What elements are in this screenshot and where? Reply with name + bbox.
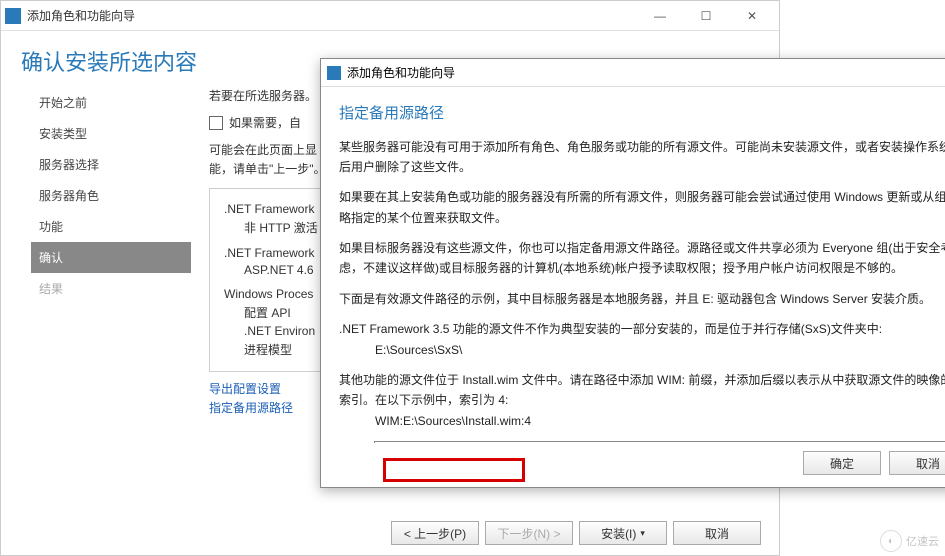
install-button[interactable]: 安装(I) xyxy=(579,521,667,545)
cancel-button[interactable]: 取消 xyxy=(673,521,761,545)
watermark-icon: ◐ xyxy=(880,530,902,552)
maximize-button[interactable]: ☐ xyxy=(683,1,729,31)
dialog-para: 某些服务器可能没有可用于添加所有角色、角色服务或功能的所有源文件。可能尚未安装源… xyxy=(339,137,945,178)
wizard-footer: < 上一步(P) 下一步(N) > 安装(I) 取消 xyxy=(391,521,761,545)
close-button[interactable]: ✕ xyxy=(729,1,775,31)
auto-restart-label: 如果需要，自 xyxy=(229,114,301,131)
watermark-text: 亿速云 xyxy=(906,533,939,549)
step-server-select[interactable]: 服务器选择 xyxy=(31,149,191,180)
example-path: E:\Sources\SxS\ xyxy=(375,343,462,357)
example-path: WIM:E:\Sources\Install.wim:4 xyxy=(375,414,531,428)
step-confirm[interactable]: 确认 xyxy=(31,242,191,273)
page-title: 确认安装所选内容 xyxy=(21,45,197,77)
step-features[interactable]: 功能 xyxy=(31,211,191,242)
minimize-button[interactable]: — xyxy=(637,1,683,31)
alt-source-dialog: 添加角色和功能向导 ✕ 指定备用源路径 某些服务器可能没有可用于添加所有角色、角… xyxy=(320,58,945,488)
dialog-body: 指定备用源路径 某些服务器可能没有可用于添加所有角色、角色服务或功能的所有源文件… xyxy=(321,87,945,443)
dialog-para: .NET Framework 3.5 功能的源文件不作为典型安装的一部分安装的，… xyxy=(339,319,945,360)
previous-button[interactable]: < 上一步(P) xyxy=(391,521,479,545)
next-button: 下一步(N) > xyxy=(485,521,573,545)
dialog-footer: 确定 取消 xyxy=(321,443,945,487)
dialog-heading: 指定备用源路径 xyxy=(339,101,945,127)
dialog-para: 如果要在其上安装角色或功能的服务器没有所需的所有源文件，则服务器可能会尝试通过使… xyxy=(339,187,945,228)
dialog-titlebar: 添加角色和功能向导 ✕ xyxy=(321,59,945,87)
wizard-steps: 开始之前 安装类型 服务器选择 服务器角色 功能 确认 结果 xyxy=(31,87,191,416)
dialog-para: 其他功能的源文件位于 Install.wim 文件中。请在路径中添加 WIM: … xyxy=(339,370,945,431)
dialog-para: 如果目标服务器没有这些源文件，你也可以指定备用源文件路径。源路径或文件共享必须为… xyxy=(339,238,945,279)
auto-restart-checkbox[interactable] xyxy=(209,116,223,130)
step-install-type[interactable]: 安装类型 xyxy=(31,118,191,149)
step-server-roles[interactable]: 服务器角色 xyxy=(31,180,191,211)
app-icon xyxy=(5,8,21,24)
app-icon xyxy=(327,66,341,80)
watermark: ◐ 亿速云 xyxy=(880,530,939,552)
step-before-begin[interactable]: 开始之前 xyxy=(31,87,191,118)
ok-button[interactable]: 确定 xyxy=(803,451,881,475)
titlebar: 添加角色和功能向导 — ☐ ✕ xyxy=(1,1,779,31)
dialog-title: 添加角色和功能向导 xyxy=(347,64,945,81)
dialog-cancel-button[interactable]: 取消 xyxy=(889,451,945,475)
step-results: 结果 xyxy=(31,273,191,304)
dialog-para: 下面是有效源文件路径的示例，其中目标服务器是本地服务器，并且 E: 驱动器包含 … xyxy=(339,289,945,309)
window-title: 添加角色和功能向导 xyxy=(27,7,637,24)
